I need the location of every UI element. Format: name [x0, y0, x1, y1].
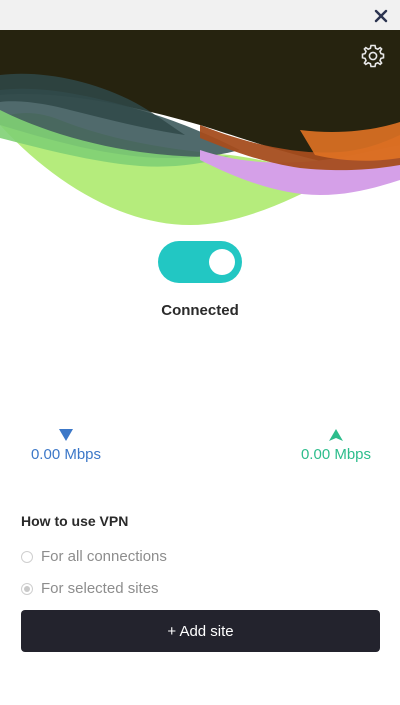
- vpn-connection-toggle[interactable]: [158, 241, 242, 283]
- upload-speed: 0.00 Mbps: [276, 428, 396, 463]
- connection-status-label: Connected: [161, 302, 239, 319]
- radio-label: For selected sites: [41, 580, 159, 597]
- settings-button[interactable]: [360, 43, 386, 69]
- radio-selected-sites[interactable]: For selected sites: [21, 580, 159, 597]
- title-bar: [0, 0, 400, 30]
- download-speed: 0.00 Mbps: [6, 428, 126, 463]
- download-speed-value: 0.00 Mbps: [30, 446, 102, 463]
- usage-section-title: How to use VPN: [21, 513, 129, 529]
- toggle-knob: [209, 249, 235, 275]
- hero-waves-banner: [0, 30, 400, 230]
- radio-button[interactable]: [21, 582, 33, 595]
- close-icon: [374, 9, 388, 23]
- add-site-button[interactable]: + Add site: [21, 610, 380, 652]
- radio-all-connections[interactable]: For all connections: [21, 548, 167, 565]
- radio-label: For all connections: [41, 548, 167, 565]
- triangle-down-icon: [59, 429, 73, 441]
- triangle-up-icon: [329, 429, 343, 441]
- upload-speed-value: 0.00 Mbps: [300, 446, 372, 463]
- gear-icon: [361, 44, 385, 68]
- radio-button[interactable]: [21, 550, 33, 563]
- close-button[interactable]: [370, 4, 392, 26]
